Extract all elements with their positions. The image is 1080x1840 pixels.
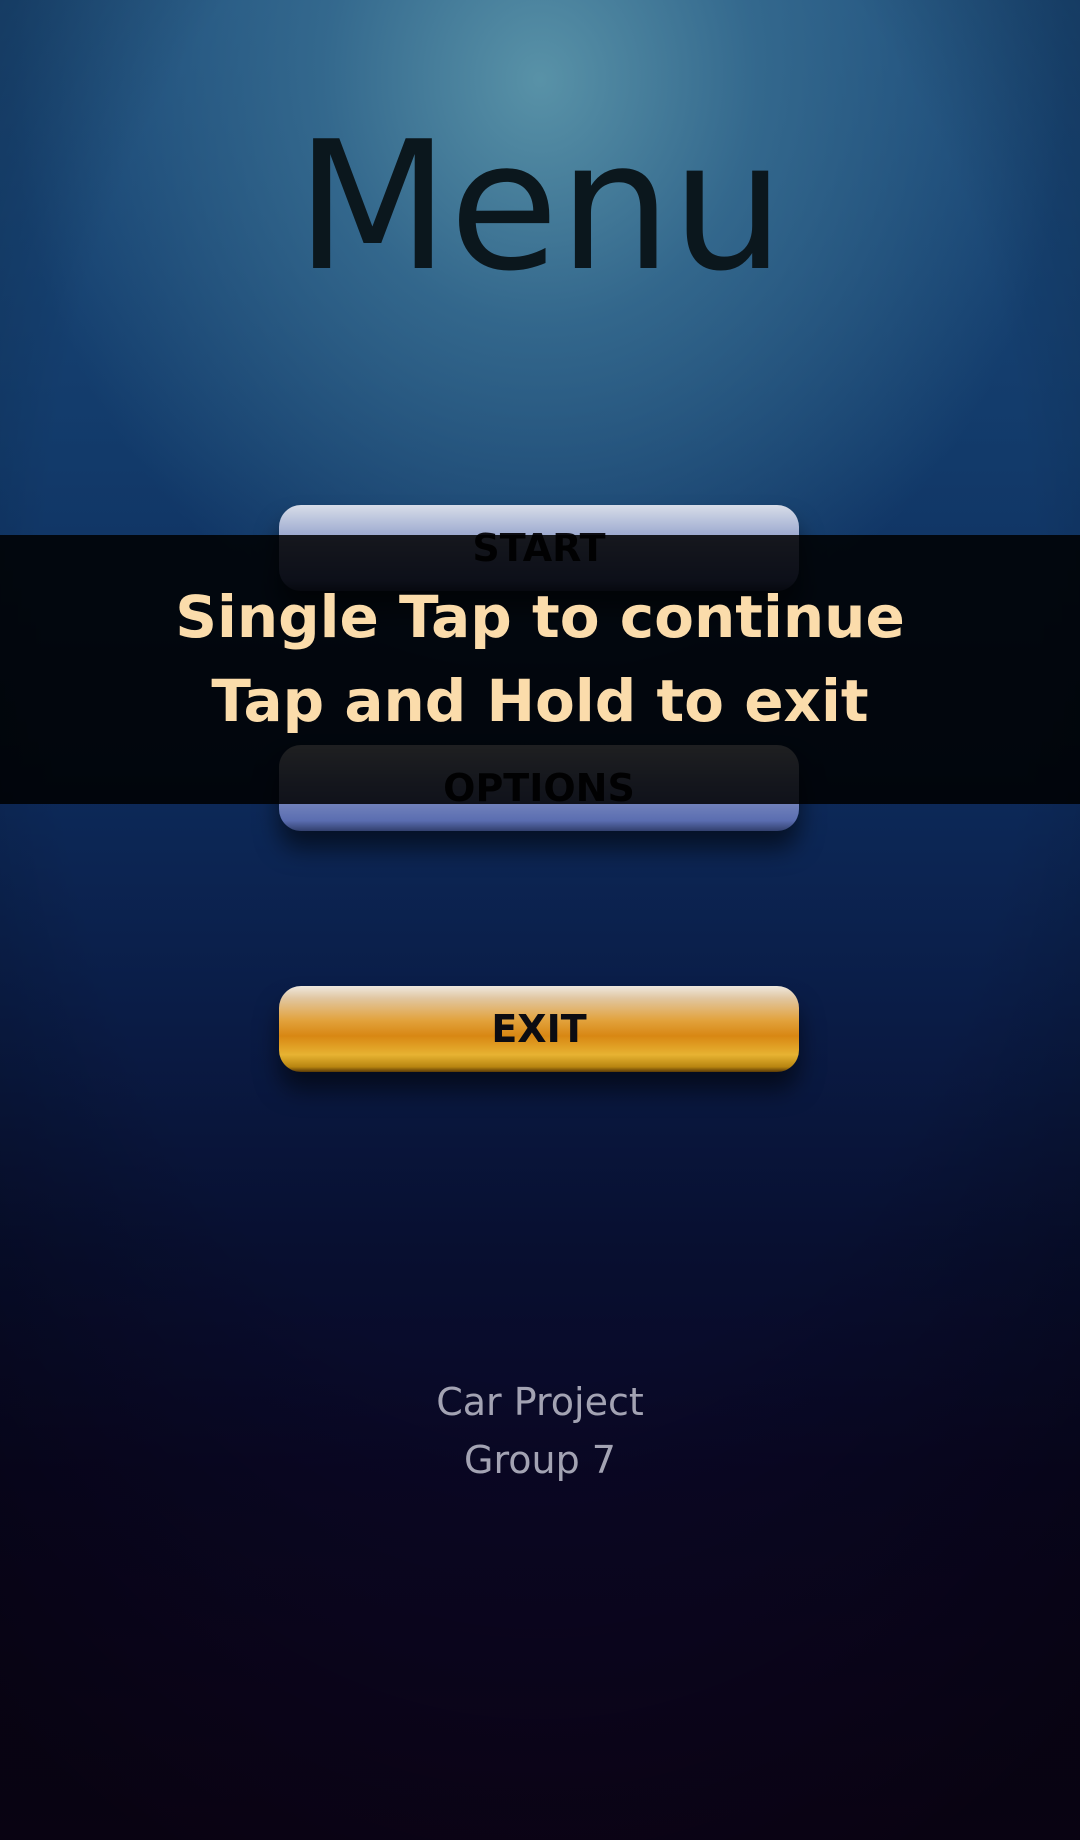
page-title: Menu xyxy=(295,103,785,310)
exit-button[interactable]: EXIT xyxy=(279,986,799,1072)
group-name: Group 7 xyxy=(464,1438,616,1482)
toast-overlay[interactable]: Single Tap to continue Tap and Hold to e… xyxy=(0,535,1080,804)
project-name: Car Project xyxy=(436,1380,644,1424)
toast-continue-text: Single Tap to continue xyxy=(175,583,905,651)
toast-exit-text: Tap and Hold to exit xyxy=(211,667,869,735)
